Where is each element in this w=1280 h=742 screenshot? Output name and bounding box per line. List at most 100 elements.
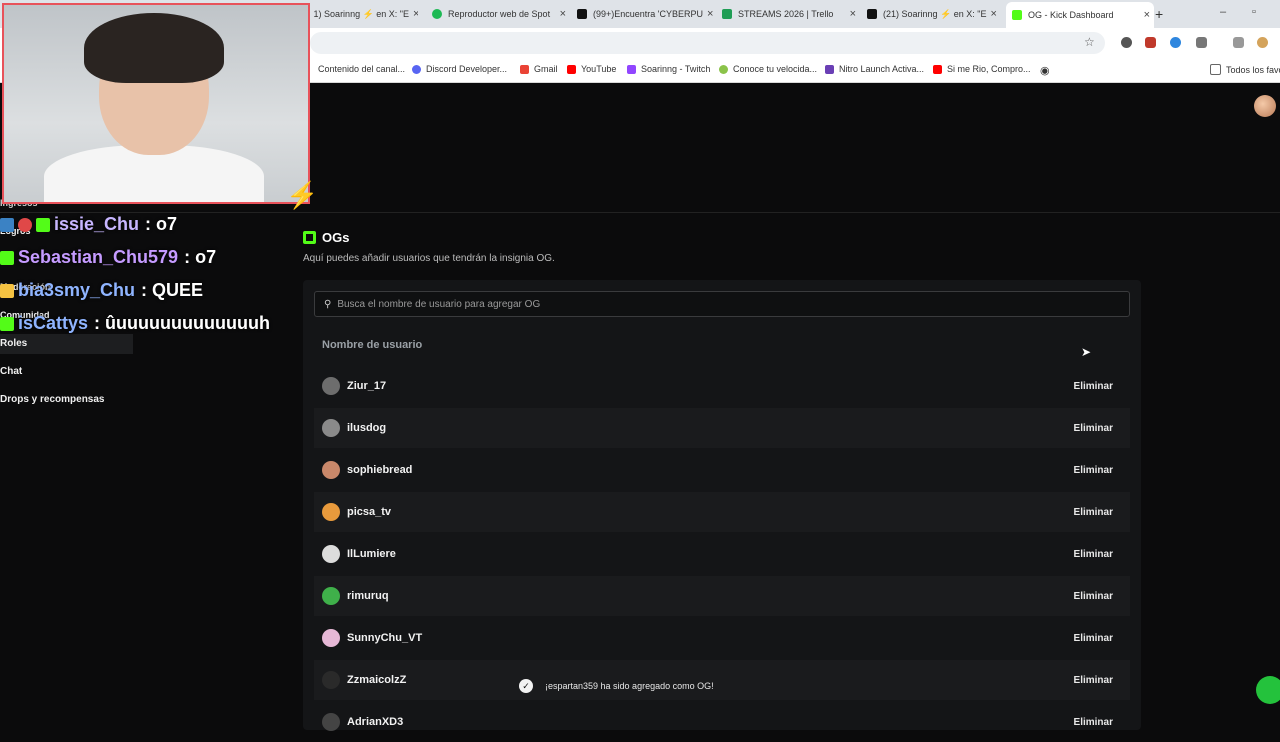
close-icon[interactable]: × xyxy=(986,8,1000,20)
remove-button[interactable]: Eliminar xyxy=(1074,549,1113,560)
bookmark-item[interactable]: Conoce tu velocida... xyxy=(719,64,817,74)
extension-icon[interactable] xyxy=(1145,37,1156,48)
tab-tiktok[interactable]: (99+)Encuentra 'CYBERPU × xyxy=(577,4,715,24)
tab-title: Reproductor web de Spot xyxy=(448,9,551,19)
chat-username: bia3smy_Chu xyxy=(18,280,136,300)
chat-username: issie_Chu xyxy=(54,214,140,234)
chat-message: issie_Chu : o7 xyxy=(0,214,177,235)
close-icon[interactable]: × xyxy=(556,8,570,20)
table-row: SunnyChu_VT Eliminar xyxy=(314,618,1130,658)
remove-button[interactable]: Eliminar xyxy=(1074,507,1113,518)
bookmark-item[interactable]: YouTube xyxy=(567,64,616,74)
user-avatar[interactable] xyxy=(1254,95,1276,117)
chat-username: Sebastian_Chu579 xyxy=(18,247,179,267)
toast-text: ¡espartan359 ha sido agregado como OG! xyxy=(545,681,714,691)
new-tab-button[interactable]: + xyxy=(1155,6,1163,22)
bookmark-item[interactable]: Contenido del canal... xyxy=(318,64,405,74)
sidebar-item-drops[interactable]: Drops y recompensas xyxy=(0,394,105,405)
og-badge-icon xyxy=(0,250,14,265)
avatar xyxy=(322,629,340,647)
username: ilusdog xyxy=(347,422,387,434)
close-icon[interactable]: × xyxy=(1140,9,1154,21)
username: AdrianXD3 xyxy=(347,716,404,728)
discord-icon xyxy=(412,64,421,74)
remove-button[interactable]: Eliminar xyxy=(1074,381,1113,392)
remove-button[interactable]: Eliminar xyxy=(1074,465,1113,476)
avatar xyxy=(322,713,340,731)
tab-trello[interactable]: STREAMS 2026 | Trello × xyxy=(722,4,860,24)
media-icon[interactable] xyxy=(1233,37,1244,48)
omnibox[interactable] xyxy=(310,32,1105,54)
tab-title: 1) Soarinng ⚡ en X: "E xyxy=(313,8,409,19)
chat-username: isCattys xyxy=(18,313,89,333)
username: IlLumiere xyxy=(347,548,396,560)
avatar xyxy=(322,587,340,605)
globe-icon[interactable]: ◉ xyxy=(1040,64,1050,77)
remove-button[interactable]: Eliminar xyxy=(1074,591,1113,602)
profile-icon[interactable] xyxy=(1257,37,1268,48)
tab-kick-dashboard[interactable]: OG - Kick Dashboard × xyxy=(1006,2,1154,28)
chat-text: : o7 xyxy=(184,247,217,267)
webcam-person-hair xyxy=(84,13,224,83)
sidebar-item-chat[interactable]: Chat xyxy=(0,366,22,377)
tab-x-2[interactable]: (21) Soarinng ⚡ en X: "E × xyxy=(867,4,1000,24)
check-icon: ✓ xyxy=(519,679,533,693)
avatar xyxy=(322,377,340,395)
bookmark-star-icon[interactable]: ☆ xyxy=(1084,35,1095,49)
extension-icon[interactable] xyxy=(1121,37,1132,48)
table-row: sophiebread Eliminar xyxy=(314,450,1130,490)
youtube-icon xyxy=(567,64,576,74)
search-input[interactable]: ⚲ Busca el nombre de usuario para agrega… xyxy=(314,291,1130,317)
bookmark-folder[interactable]: Todos los favoritos xyxy=(1210,64,1280,75)
tab-title: STREAMS 2026 | Trello xyxy=(738,9,834,19)
tiktok-icon xyxy=(577,9,587,19)
remove-button[interactable]: Eliminar xyxy=(1074,675,1113,686)
close-icon[interactable]: × xyxy=(703,8,715,20)
chat-bubble-button[interactable] xyxy=(1256,676,1280,704)
username: picsa_tv xyxy=(347,506,392,518)
username: SunnyChu_VT xyxy=(347,632,423,644)
bookmark-item[interactable]: Soarinng - Twitch xyxy=(627,64,710,74)
remove-button[interactable]: Eliminar xyxy=(1074,423,1113,434)
twitch-icon xyxy=(627,64,636,74)
username: sophiebread xyxy=(347,464,413,476)
youtube-icon xyxy=(933,64,942,74)
og-badge-icon xyxy=(0,316,14,331)
tab-title: (21) Soarinng ⚡ en X: "E xyxy=(883,8,987,19)
tab-title: (99+)Encuentra 'CYBERPU xyxy=(593,9,704,19)
tab-spotify[interactable]: Reproductor web de Spot × xyxy=(432,4,570,24)
table-row: ilusdog Eliminar xyxy=(314,408,1130,448)
remove-button[interactable]: Eliminar xyxy=(1074,717,1113,728)
bookmark-item[interactable]: Si me Rio, Compro... xyxy=(933,64,1031,74)
close-icon[interactable]: × xyxy=(409,8,418,20)
og-badge-icon xyxy=(303,231,316,244)
trello-icon xyxy=(722,9,732,19)
bookmark-item[interactable]: Discord Developer... xyxy=(412,64,507,74)
close-icon[interactable]: × xyxy=(846,8,860,20)
bookmark-item[interactable]: Nitro Launch Activa... xyxy=(825,64,924,74)
spotify-icon xyxy=(432,9,442,19)
x-icon xyxy=(867,9,877,19)
table-row: IlLumiere Eliminar xyxy=(314,534,1130,574)
tab-x-1[interactable]: ✕ 1) Soarinng ⚡ en X: "E × xyxy=(300,4,418,24)
table-row: picsa_tv Eliminar xyxy=(314,492,1130,532)
puzzle-icon[interactable] xyxy=(1196,37,1207,48)
table-row: rimuruq Eliminar xyxy=(314,576,1130,616)
avatar xyxy=(322,545,340,563)
table-row: Ziur_17 Eliminar xyxy=(314,366,1130,406)
kick-icon xyxy=(1012,10,1022,20)
remove-button[interactable]: Eliminar xyxy=(1074,633,1113,644)
restore-icon[interactable]: ▫ xyxy=(1252,6,1256,18)
bookmark-item[interactable]: Gmail xyxy=(520,64,558,74)
sidebar-item-roles[interactable]: Roles xyxy=(0,334,133,354)
avatar xyxy=(322,419,340,437)
column-header-username: Nombre de usuario xyxy=(322,339,423,351)
extension-icon[interactable] xyxy=(1170,37,1181,48)
minimize-icon[interactable]: – xyxy=(1220,6,1226,18)
avatar xyxy=(322,461,340,479)
username: Ziur_17 xyxy=(347,380,387,392)
chat-text: : QUEE xyxy=(141,280,204,300)
chat-text: : o7 xyxy=(145,214,178,234)
avatar xyxy=(322,671,340,689)
header-divider xyxy=(0,212,1280,213)
